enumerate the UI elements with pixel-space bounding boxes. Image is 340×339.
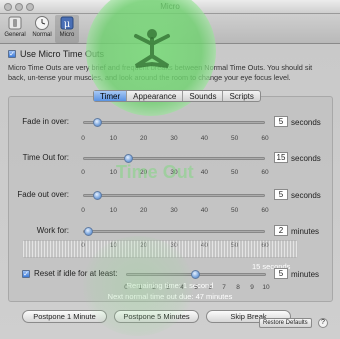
reset-idle-checkbox[interactable]: ✓ <box>22 269 30 278</box>
fade-out-unit: seconds <box>291 191 321 200</box>
use-micro-timeouts-row[interactable]: ✓ Use Micro Time Outs <box>8 49 104 59</box>
tick-label: 40 <box>200 169 208 176</box>
timeout-for-unit: seconds <box>291 154 321 163</box>
title-bar: Micro <box>0 0 340 14</box>
fade-in-track[interactable] <box>83 121 265 124</box>
tick-label: 20 <box>140 207 148 214</box>
idle-value[interactable]: 5 <box>274 268 288 279</box>
use-micro-timeouts-label: Use Micro Time Outs <box>20 49 105 59</box>
tick-label: 40 <box>200 135 208 142</box>
toolbar-general-label: General <box>4 32 26 38</box>
tab-appearance[interactable]: Appearance <box>127 91 184 101</box>
tick-label: 10 <box>109 207 117 214</box>
fade-out-ticks: 0 10 20 30 40 50 60 <box>81 207 269 217</box>
svg-text:μ: μ <box>64 19 71 30</box>
tick-label: 40 <box>200 207 208 214</box>
timeout-for-label: Time Out for: <box>22 153 69 162</box>
tick-label: 0 <box>81 207 85 214</box>
tick-label: 50 <box>231 207 239 214</box>
toolbar: General Normal μ Micro <box>0 14 340 44</box>
toolbar-micro[interactable]: μ Micro <box>55 15 79 43</box>
work-for-value[interactable]: 2 <box>274 225 288 236</box>
help-button[interactable]: ? <box>318 318 328 328</box>
description-text: Micro Time Outs are very brief and frequ… <box>8 63 313 82</box>
restore-defaults-button[interactable]: Restore Defaults <box>259 318 312 328</box>
tick-label: 50 <box>231 135 239 142</box>
micro-icon: μ <box>60 16 74 30</box>
toolbar-micro-label: Micro <box>59 32 75 38</box>
work-for-label: Work for: <box>36 226 69 235</box>
fade-out-track[interactable] <box>83 194 265 197</box>
tab-timer[interactable]: Timer <box>94 91 128 101</box>
toolbar-normal[interactable]: Normal <box>30 15 54 43</box>
tab-bar: Timer Appearance Sounds Scripts <box>93 90 261 102</box>
fade-in-label: Fade in over: <box>22 117 69 126</box>
overlay-ghost-circle <box>82 236 194 336</box>
overlay-timeout-text: Time Out <box>116 162 194 182</box>
tick-label: 30 <box>170 207 178 214</box>
timeout-for-value[interactable]: 15 <box>274 152 288 163</box>
tick-label: 0 <box>81 169 85 176</box>
tick-label: 20 <box>140 135 148 142</box>
tick-label: 60 <box>261 135 269 142</box>
work-for-slider-knob[interactable] <box>84 227 93 236</box>
window-title: Micro <box>160 2 180 11</box>
tab-sounds[interactable]: Sounds <box>183 91 224 101</box>
timeout-for-track[interactable] <box>83 157 265 160</box>
work-for-track[interactable] <box>83 230 265 233</box>
fade-in-ticks: 0 10 20 30 40 50 60 <box>81 135 269 145</box>
idle-unit: minutes <box>291 270 320 279</box>
tick-label: 50 <box>231 169 239 176</box>
fade-out-label: Fade out over: <box>17 190 69 199</box>
work-for-unit: minutes <box>291 227 320 236</box>
preferences-window: Micro General Normal μ Micro ✓ Use Micro… <box>0 0 340 339</box>
tab-scripts[interactable]: Scripts <box>223 91 259 101</box>
tick-label: 60 <box>261 207 269 214</box>
use-micro-timeouts-checkbox[interactable]: ✓ <box>8 50 16 58</box>
tick-label: 10 <box>109 135 117 142</box>
toolbar-normal-label: Normal <box>32 32 52 38</box>
tick-label: 60 <box>261 169 269 176</box>
toolbar-general[interactable]: General <box>3 15 27 43</box>
fade-in-value[interactable]: 5 <box>274 116 288 127</box>
clock-icon <box>35 16 49 30</box>
tick-label: 30 <box>170 135 178 142</box>
fade-out-value[interactable]: 5 <box>274 189 288 200</box>
tick-label: 0 <box>81 135 85 142</box>
switch-icon <box>8 16 22 30</box>
fade-in-unit: seconds <box>291 118 321 127</box>
